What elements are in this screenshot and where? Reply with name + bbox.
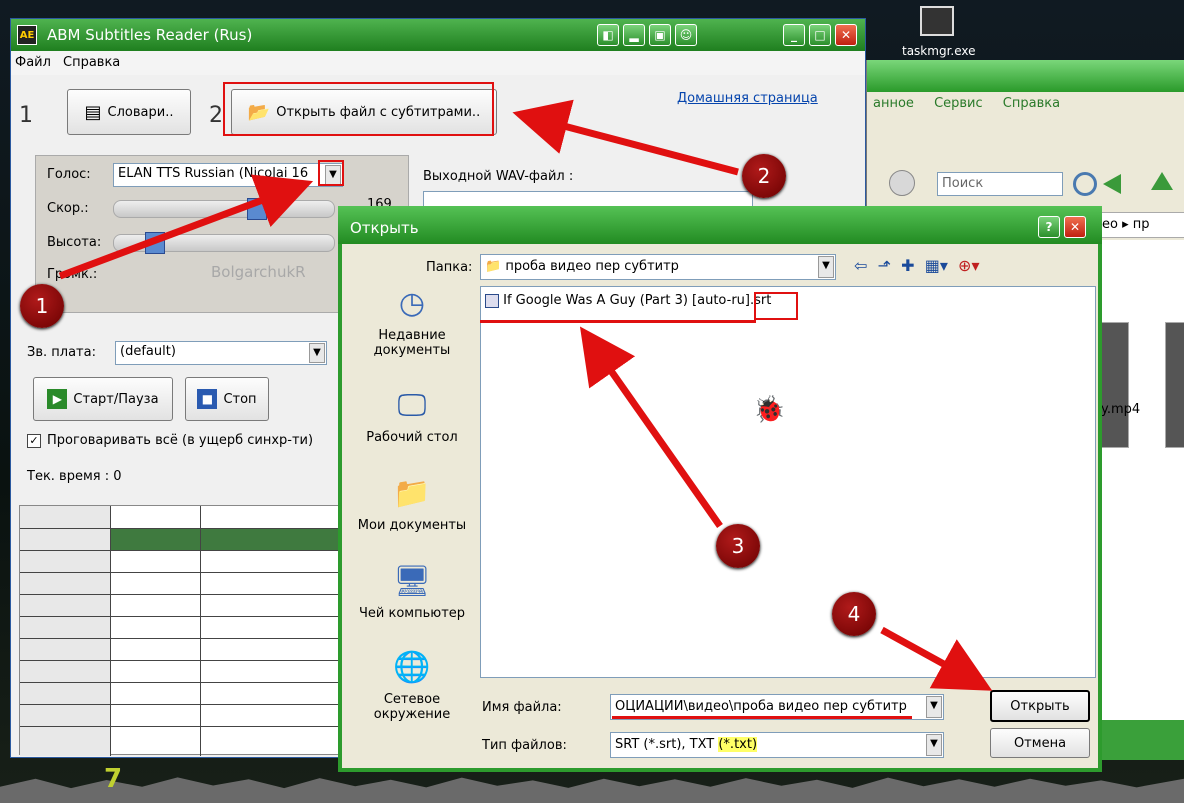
arrow-3 [579, 326, 723, 529]
annotation-marker-2: 2 [742, 154, 786, 198]
arrow-2 [512, 99, 739, 176]
annotation-marker-3: 3 [716, 524, 760, 568]
annotation-marker-1: 1 [20, 284, 64, 328]
annotation-marker-4: 4 [832, 592, 876, 636]
arrow-1 [58, 174, 314, 280]
arrow-4 [880, 626, 993, 691]
annotation-arrows [58, 99, 993, 691]
